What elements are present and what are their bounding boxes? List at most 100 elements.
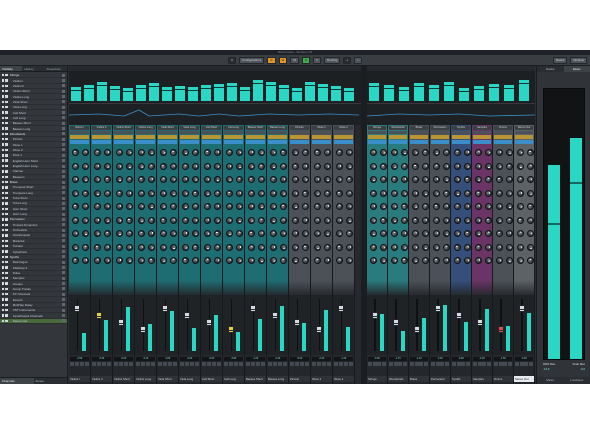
- eq-knob[interactable]: [257, 229, 266, 238]
- strip-header[interactable]: Viola Long: [180, 126, 199, 130]
- eq-knob[interactable]: [441, 147, 452, 158]
- show-icon[interactable]: [5, 303, 8, 307]
- show-icon[interactable]: [5, 212, 8, 216]
- strip-header[interactable]: Stereo Out: [515, 126, 533, 130]
- eq-knob[interactable]: [191, 256, 200, 265]
- strip-name[interactable]: Piccolo: [289, 376, 310, 382]
- solo-button[interactable]: [372, 362, 377, 366]
- eq-knob[interactable]: [368, 161, 379, 171]
- eq-knob[interactable]: [432, 256, 441, 265]
- show-icon[interactable]: [5, 218, 8, 221]
- edit-button[interactable]: [507, 362, 513, 366]
- visibility-icon[interactable]: [2, 106, 5, 109]
- show-icon[interactable]: [5, 122, 8, 125]
- visibility-icon[interactable]: [2, 170, 5, 173]
- eq-knob[interactable]: [103, 229, 112, 238]
- strip-name[interactable]: Violins Short: [113, 376, 134, 382]
- add-icon[interactable]: +: [343, 56, 352, 64]
- eq-knob[interactable]: [103, 148, 112, 157]
- eq-knob[interactable]: [247, 148, 256, 157]
- eq-knob[interactable]: [70, 188, 81, 198]
- visibility-icon[interactable]: [2, 132, 5, 136]
- eq-knob[interactable]: [420, 228, 431, 239]
- eq-knob[interactable]: [301, 243, 310, 251]
- eq-knob[interactable]: [312, 228, 323, 239]
- input-routing[interactable]: [334, 131, 353, 134]
- eq-knob[interactable]: [463, 175, 472, 184]
- eq-knob[interactable]: [483, 255, 494, 266]
- mute-button[interactable]: [158, 362, 163, 366]
- visibility-icon[interactable]: [2, 111, 5, 114]
- eq-knob[interactable]: [390, 148, 399, 157]
- eq-knob[interactable]: [400, 229, 409, 238]
- eq-knob[interactable]: [379, 188, 388, 198]
- listen-button[interactable]: [461, 362, 466, 366]
- eq-knob[interactable]: [202, 161, 213, 171]
- visibility-icon[interactable]: [2, 234, 5, 237]
- eq-knob[interactable]: [181, 148, 190, 157]
- eq-knob[interactable]: [526, 243, 535, 251]
- eq-knob[interactable]: [323, 202, 332, 211]
- show-icon[interactable]: [5, 100, 8, 104]
- eq-knob[interactable]: [474, 161, 483, 171]
- tab-meter[interactable]: Meter: [537, 377, 564, 384]
- visibility-icon[interactable]: [2, 261, 5, 264]
- eq-knob[interactable]: [462, 161, 473, 171]
- eq-knob[interactable]: [71, 229, 80, 238]
- edit-button[interactable]: [128, 362, 134, 366]
- eq-knob[interactable]: [505, 256, 514, 265]
- edit-button[interactable]: [84, 362, 90, 366]
- visibility-icon[interactable]: [2, 95, 5, 98]
- eq-knob[interactable]: [369, 229, 378, 238]
- send-slot[interactable]: [268, 140, 287, 144]
- eq-knob[interactable]: [114, 188, 125, 198]
- insert-slot[interactable]: [334, 135, 353, 139]
- send-slot[interactable]: [202, 140, 221, 144]
- visibility-icon[interactable]: [2, 180, 5, 184]
- visibility-icon[interactable]: [2, 277, 5, 280]
- eq-knob[interactable]: [344, 188, 355, 198]
- mute-button[interactable]: [268, 362, 273, 366]
- show-icon[interactable]: [5, 239, 8, 243]
- eq-knob[interactable]: [494, 255, 505, 266]
- input-routing[interactable]: [158, 131, 177, 134]
- eq-knob[interactable]: [234, 201, 245, 212]
- listen-button[interactable]: [189, 362, 195, 366]
- eq-knob[interactable]: [93, 161, 102, 171]
- mute-button[interactable]: M: [290, 56, 299, 64]
- eq-knob[interactable]: [169, 215, 178, 225]
- eq-knob[interactable]: [323, 175, 332, 184]
- visibility-icon[interactable]: [2, 228, 5, 232]
- eq-knob[interactable]: [268, 174, 279, 185]
- eq-knob[interactable]: [515, 255, 526, 266]
- eq-knob[interactable]: [421, 215, 430, 225]
- eq-knob[interactable]: [224, 174, 235, 185]
- visibility-icon[interactable]: [2, 100, 5, 104]
- eq-knob[interactable]: [441, 215, 452, 225]
- strip-header[interactable]: Brass: [410, 126, 428, 130]
- eq-knob[interactable]: [190, 174, 201, 185]
- solo-button[interactable]: S: [301, 56, 310, 64]
- eq-knob[interactable]: [378, 242, 389, 252]
- eq-knob[interactable]: [170, 243, 177, 251]
- volume-fader[interactable]: [250, 305, 257, 312]
- input-routing[interactable]: [410, 131, 428, 134]
- eq-knob[interactable]: [136, 201, 147, 212]
- strip-name[interactable]: Basses Short: [245, 376, 266, 382]
- send-slot[interactable]: [515, 140, 533, 144]
- eq-knob[interactable]: [483, 201, 494, 212]
- eq-knob[interactable]: [234, 255, 245, 266]
- eq-knob[interactable]: [525, 228, 536, 239]
- eq-knob[interactable]: [312, 188, 323, 198]
- eq-knob[interactable]: [290, 215, 301, 225]
- tab-snapshots[interactable]: Snapshots: [45, 66, 67, 71]
- edit-button[interactable]: [216, 362, 222, 366]
- routing-button[interactable]: Routing: [324, 56, 341, 64]
- show-icon[interactable]: [5, 175, 8, 178]
- eq-knob[interactable]: [278, 228, 289, 239]
- eq-knob[interactable]: [191, 242, 200, 252]
- solo-button[interactable]: [393, 362, 398, 366]
- show-icon[interactable]: [5, 106, 8, 109]
- listen-button[interactable]: [321, 362, 327, 366]
- eq-knob[interactable]: [256, 215, 267, 225]
